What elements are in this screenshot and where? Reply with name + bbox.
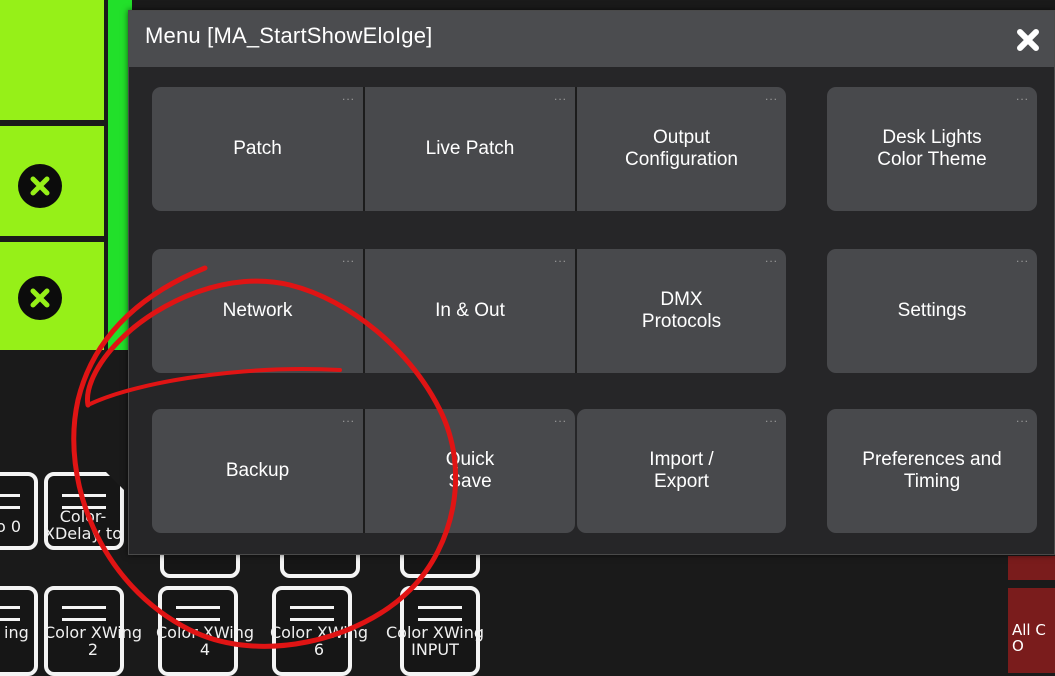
more-indicator: ...	[1015, 89, 1029, 103]
executor-cell[interactable]	[0, 0, 104, 120]
close-icon	[1017, 29, 1039, 51]
dialog-titlebar[interactable]: Menu [MA_StartShowEloIge]	[129, 11, 1054, 67]
preferences-and-timing-button[interactable]: ... Preferences and Timing	[827, 409, 1037, 533]
more-indicator: ...	[1015, 251, 1029, 265]
more-indicator: ...	[764, 411, 778, 425]
more-indicator: ...	[1015, 411, 1029, 425]
executor-cell[interactable]	[0, 242, 104, 350]
tile-label: Desk Lights Color Theme	[877, 127, 987, 170]
tile-label: Quick Save	[445, 449, 495, 492]
pool-item-label: Color XWing 2	[44, 623, 143, 659]
pool-item-label: o 0	[0, 517, 22, 536]
quick-save-button[interactable]: ... Quick Save	[363, 409, 575, 533]
more-indicator: ...	[553, 251, 567, 265]
tile-label: Backup	[225, 460, 290, 481]
tile-label: Output Configuration	[624, 127, 739, 170]
tile-label: Preferences and Timing	[862, 449, 1002, 492]
more-indicator: ...	[341, 89, 355, 103]
pool-item-label: Color XWing 6	[270, 623, 369, 659]
tile-label: Patch	[233, 138, 282, 159]
clear-icon	[18, 164, 62, 208]
desk-lights-color-theme-button[interactable]: ... Desk Lights Color Theme	[827, 87, 1037, 211]
settings-button[interactable]: ... Settings	[827, 249, 1037, 373]
more-indicator: ...	[553, 89, 567, 103]
pool-item-label: Color XWing INPUT	[386, 623, 485, 659]
network-button[interactable]: ... Network	[152, 249, 363, 373]
tile-label: DMX Protocols	[641, 289, 722, 332]
clear-icon	[18, 276, 62, 320]
tile-label: In & Out	[435, 300, 505, 321]
tile-label: Live Patch	[425, 138, 515, 159]
tile-label: Import / Export	[649, 449, 714, 492]
patch-button[interactable]: ... Patch	[152, 87, 363, 211]
all-off-label: All C O	[1012, 621, 1046, 655]
live-patch-button[interactable]: ... Live Patch	[363, 87, 575, 211]
more-indicator: ...	[341, 411, 355, 425]
pool-item-label: ing	[4, 623, 29, 642]
executor-button[interactable]	[1008, 556, 1055, 580]
more-indicator: ...	[553, 411, 567, 425]
dialog-title: Menu [MA_StartShowEloIge]	[145, 23, 433, 48]
executor-cell[interactable]	[0, 126, 104, 236]
import-export-button[interactable]: ... Import / Export	[577, 409, 786, 533]
backup-button[interactable]: ... Backup	[152, 409, 363, 533]
pool-item-label: Color- XDelay to	[44, 507, 122, 543]
tile-label: Network	[222, 300, 293, 321]
menu-dialog: Menu [MA_StartShowEloIge] ... Patch ... …	[128, 10, 1055, 555]
pool-item-icon[interactable]	[0, 472, 38, 550]
more-indicator: ...	[764, 89, 778, 103]
dmx-protocols-button[interactable]: ... DMX Protocols	[575, 249, 786, 373]
pool-item-label: Color XWing 4	[156, 623, 255, 659]
output-configuration-button[interactable]: ... Output Configuration	[575, 87, 786, 211]
more-indicator: ...	[341, 251, 355, 265]
close-button[interactable]	[1012, 24, 1044, 56]
more-indicator: ...	[764, 251, 778, 265]
tile-label: Settings	[897, 300, 967, 321]
in-and-out-button[interactable]: ... In & Out	[363, 249, 575, 373]
